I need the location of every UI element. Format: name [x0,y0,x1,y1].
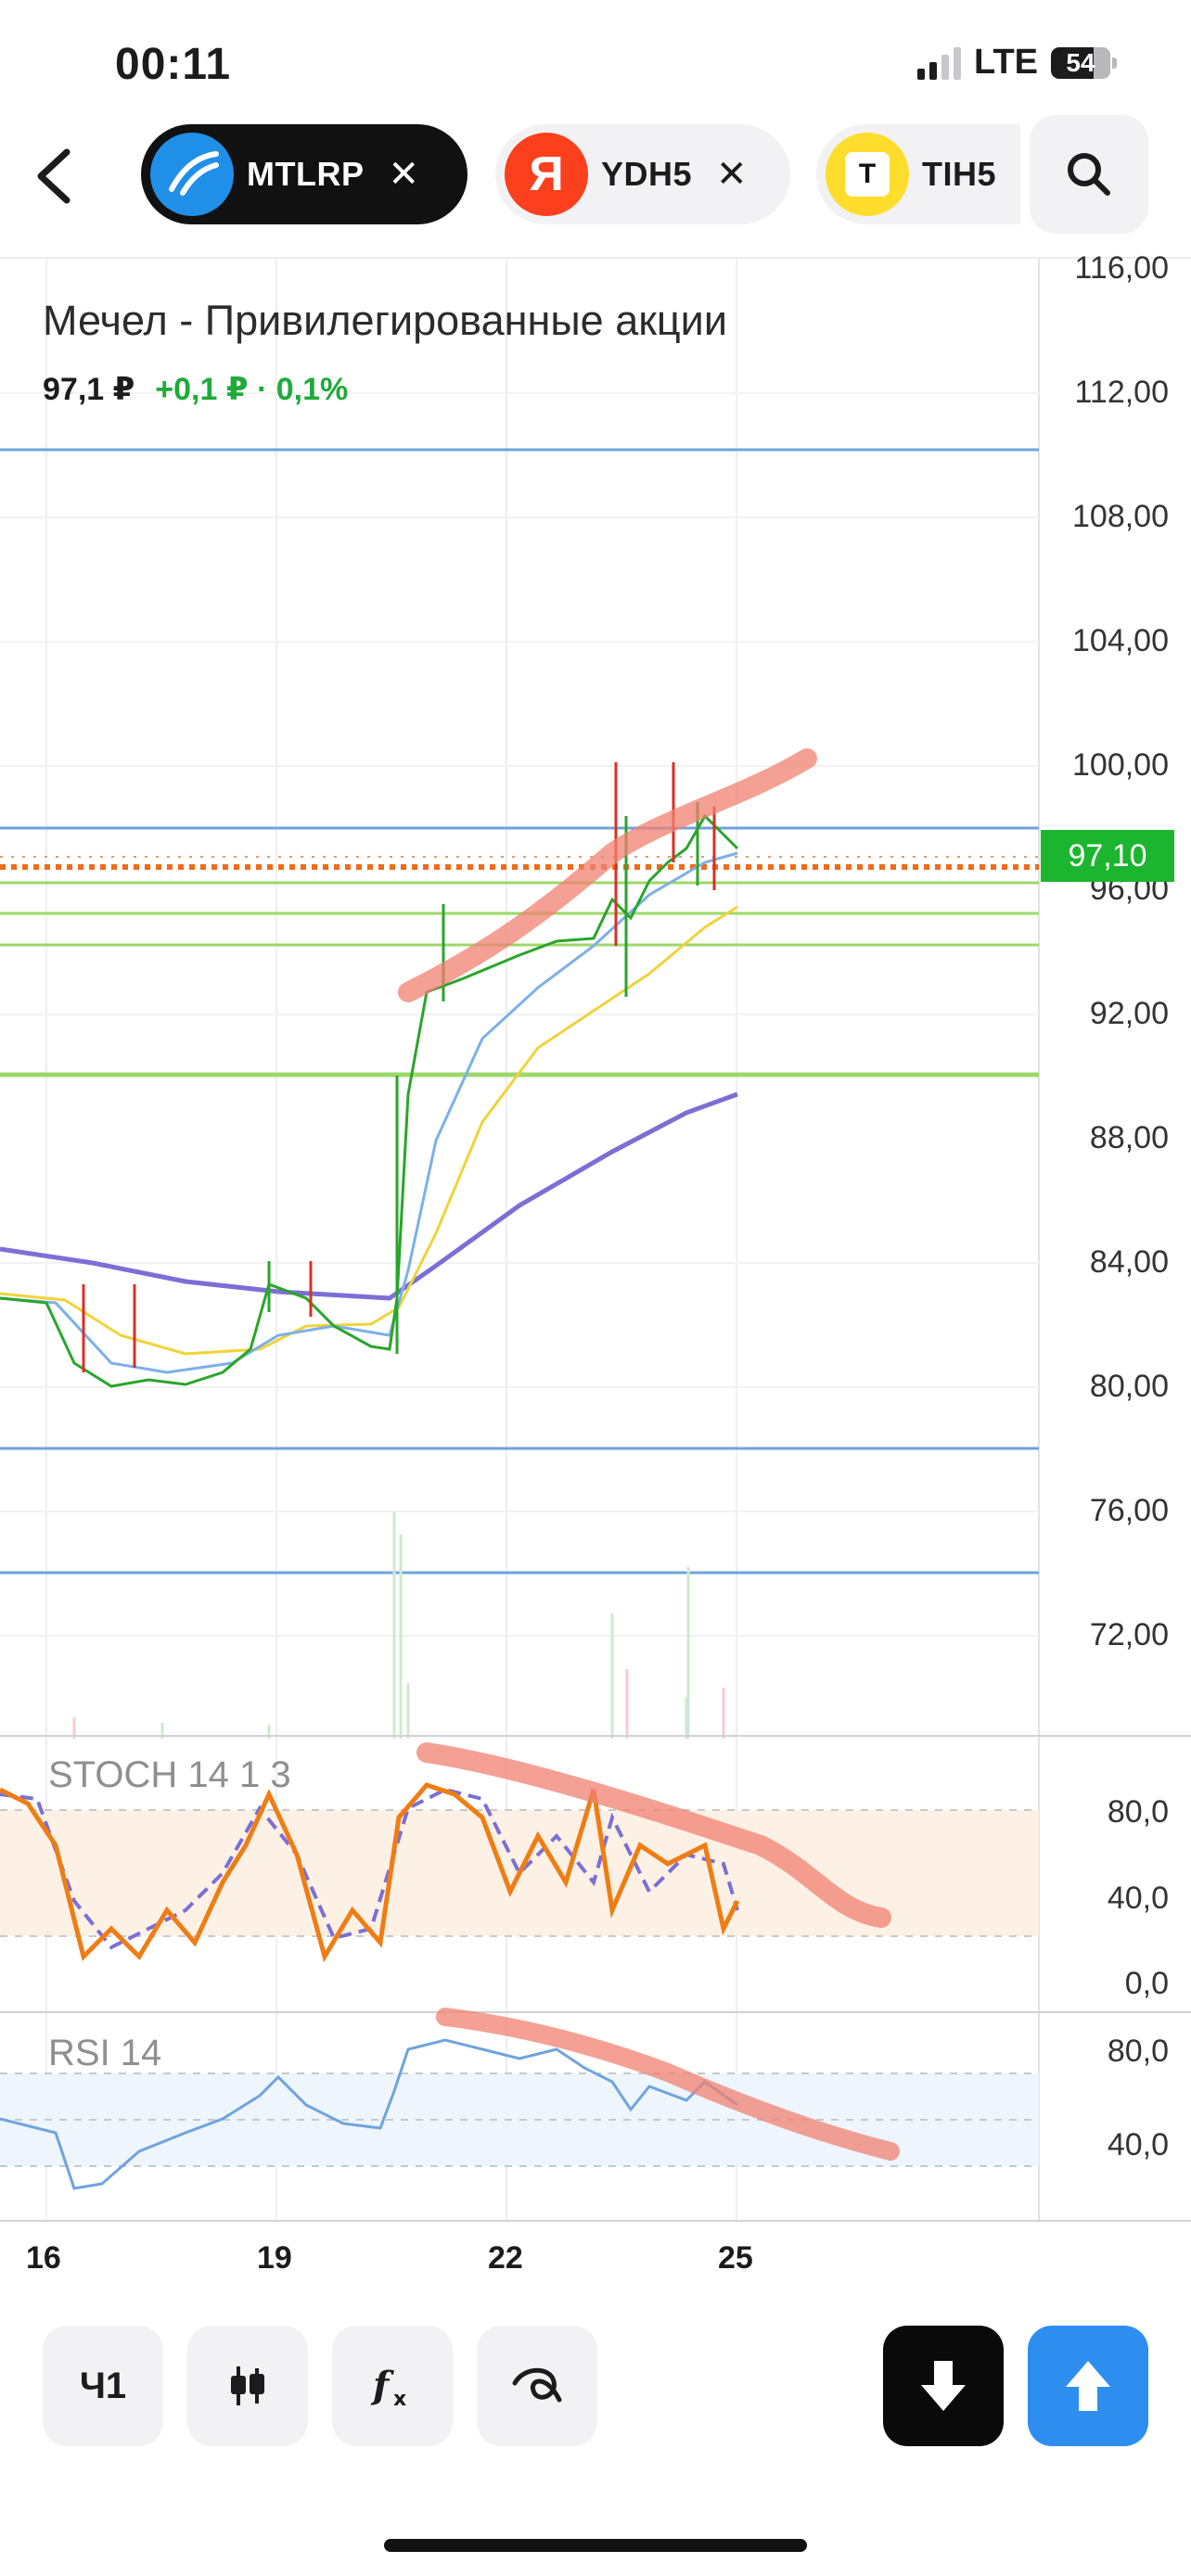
rsi-axis-label: 80,0 [1107,2034,1169,2069]
price-axis-label: 104,00 [1072,623,1169,658]
arrow-down-icon [921,2361,966,2411]
close-icon[interactable]: ✕ [388,156,419,193]
svg-text:x: x [393,2388,406,2411]
network-type: LTE [974,43,1038,82]
arrow-up-icon [1066,2361,1110,2411]
last-price-tag: 97,10 [1041,830,1174,882]
candlestick-icon [231,2366,264,2405]
tinkoff-logo-icon: T [826,133,909,216]
function-icon: f x [370,2364,406,2411]
draw-curve-icon [512,2367,562,2403]
tab-ticker: YDH5 [601,155,693,193]
tab-tih5[interactable]: T TIH5 [816,124,1020,224]
rsi-label[interactable]: RSI 14 [48,2033,161,2074]
date-label: 22 [488,2240,523,2276]
instrument-title: Мечел - Привилегированные акции [43,297,727,344]
chevron-left-icon [37,148,70,204]
level-lines [0,448,1039,1575]
moving-average-purple [0,1091,738,1301]
volume-bars [72,1511,725,1739]
indicators-button[interactable]: f x [332,2326,453,2446]
price-change: +0,1 ₽ · 0,1% [155,372,349,407]
search-button[interactable] [1030,115,1148,234]
date-label: 19 [257,2240,292,2276]
battery-level: 54 [1066,47,1095,77]
close-icon[interactable]: ✕ [716,156,748,193]
svg-text:f: f [370,2364,394,2407]
tab-ticker: TIH5 [922,155,997,193]
date-label: 25 [718,2240,753,2276]
back-button[interactable] [26,139,82,213]
stoch-label[interactable]: STOCH 14 1 3 [48,1754,291,1796]
price-chart[interactable] [0,259,1191,2225]
price-axis-label: 116,00 [1074,250,1169,286]
search-icon [1068,153,1110,196]
price-axis-label: 112,00 [1074,375,1169,410]
tab-ydh5[interactable]: Я YDH5 ✕ [495,124,790,224]
price-axis-label: 84,00 [1089,1244,1169,1280]
price-axis-label: 92,00 [1089,996,1169,1031]
drawing-tools-button[interactable] [477,2326,597,2446]
stoch-axis-label: 40,0 [1107,1881,1169,1916]
price-axis-label: 76,00 [1089,1493,1169,1528]
status-time: 00:11 [115,40,232,89]
home-indicator [384,2539,807,2552]
status-indicators: LTE 54 [917,43,1117,83]
price-axis-label: 108,00 [1072,499,1169,534]
signal-icon [917,46,962,80]
timeframe-button[interactable]: Ч1 [43,2326,163,2446]
stoch-axis-label: 0,0 [1124,1966,1169,2001]
stoch-axis-label: 80,0 [1107,1794,1169,1830]
mechel-logo-icon [150,133,234,216]
price-axis-label: 88,00 [1089,1120,1169,1155]
buy-button[interactable] [1028,2326,1148,2446]
battery-icon: 54 [1051,46,1117,79]
price-axis-label: 100,00 [1072,747,1169,783]
rsi-axis-label: 40,0 [1107,2127,1169,2162]
current-price: 97,1 ₽ [43,372,135,407]
tab-mtlrp[interactable]: MTLRP ✕ [141,124,467,224]
price-axis-label: 80,00 [1089,1369,1169,1404]
date-label: 16 [26,2240,61,2276]
price-summary: 97,1 ₽ +0,1 ₽ · 0,1% [43,371,348,408]
tab-ticker: MTLRP [247,155,365,193]
price-axis-label: 72,00 [1089,1617,1169,1652]
timeframe-label: Ч1 [79,2365,127,2406]
trend-marker-price [398,748,817,1002]
chart-type-button[interactable] [187,2326,308,2446]
yandex-logo-icon: Я [505,133,588,216]
sell-button[interactable] [883,2326,1004,2446]
